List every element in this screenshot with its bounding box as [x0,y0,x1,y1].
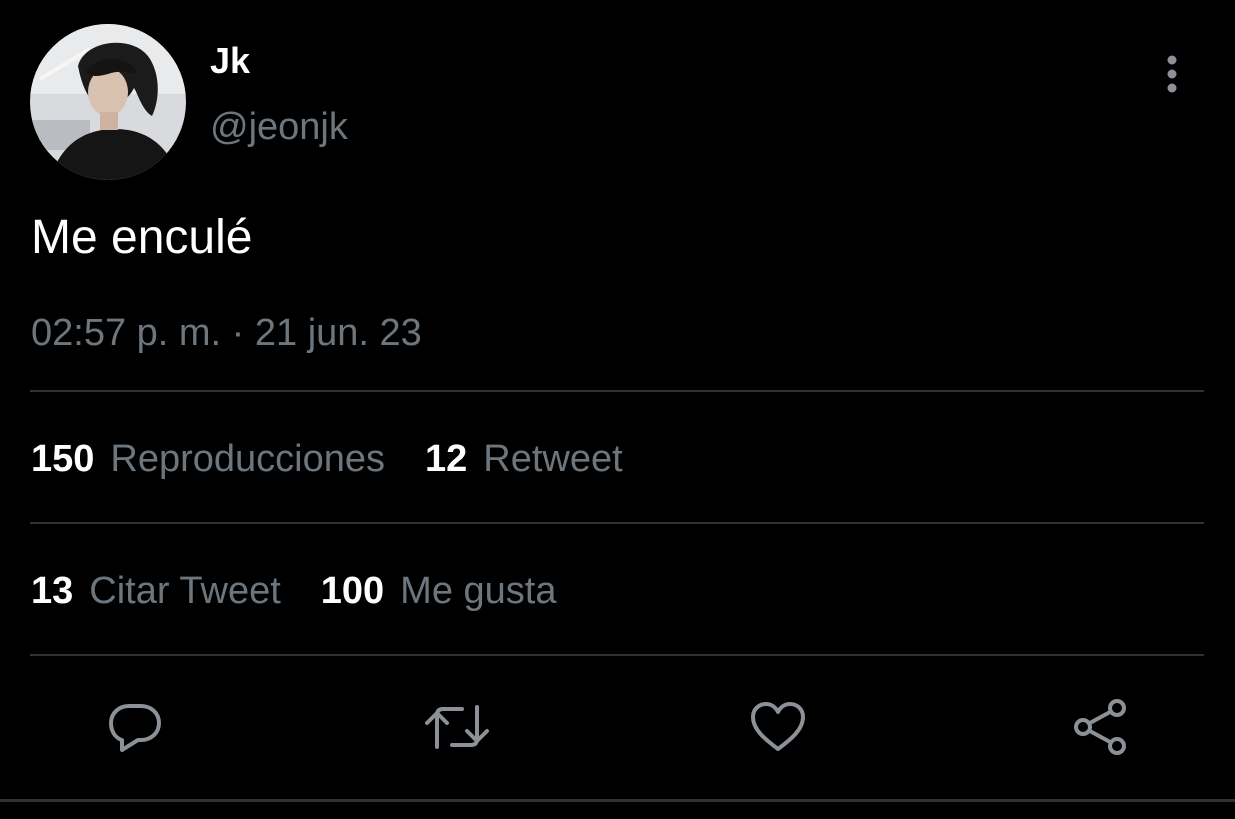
reply-icon [109,704,161,752]
views-stat[interactable]: 150 Reproducciones [31,438,385,481]
retweet-icon [425,705,489,749]
avatar-image [30,24,186,180]
likes-label: Me gusta [400,570,557,612]
stats-row-views-retweets: 150 Reproducciones 12 Retweet [31,438,623,481]
display-name[interactable]: Jk [210,40,250,82]
tweet-text: Me enculé [31,211,253,264]
share-icon [1074,699,1126,755]
reply-button[interactable] [102,694,168,760]
more-vertical-icon [1167,55,1177,93]
heart-icon [751,702,805,751]
stats-row-quotes-likes: 13 Citar Tweet 100 Me gusta [31,570,556,613]
divider [30,654,1204,656]
retweets-stat[interactable]: 12 Retweet [425,438,623,481]
more-options-button[interactable] [1150,52,1194,96]
quotes-stat[interactable]: 13 Citar Tweet [31,570,281,613]
share-button[interactable] [1067,694,1133,760]
tweet-timestamp[interactable]: 02:57 p. m. · 21 jun. 23 [31,312,422,355]
bottom-border [0,799,1235,802]
retweets-count: 12 [425,438,468,480]
user-handle[interactable]: @jeonjk [210,106,348,149]
avatar[interactable] [30,24,186,180]
divider [30,522,1204,524]
retweet-button[interactable] [424,694,490,760]
quotes-count: 13 [31,570,74,612]
likes-stat[interactable]: 100 Me gusta [321,570,557,613]
quotes-label: Citar Tweet [89,570,281,612]
views-label: Reproducciones [110,438,386,480]
like-button[interactable] [745,694,811,760]
likes-count: 100 [320,570,385,612]
views-count: 150 [31,438,95,480]
retweets-label: Retweet [483,438,623,480]
divider [30,390,1204,392]
